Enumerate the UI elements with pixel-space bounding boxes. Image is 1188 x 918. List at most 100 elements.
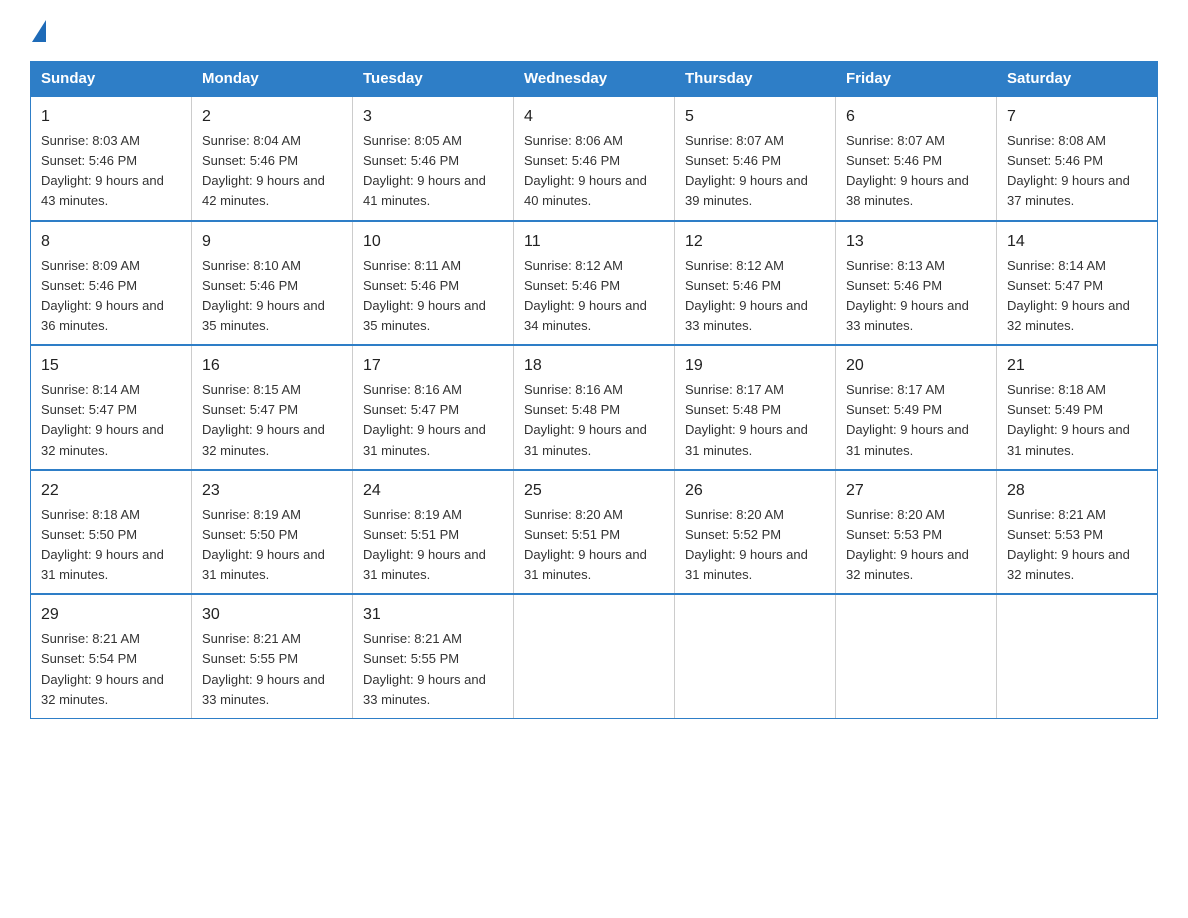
column-header-thursday: Thursday <box>675 62 836 97</box>
logo <box>30 20 48 43</box>
page-header <box>30 20 1158 43</box>
day-info: Sunrise: 8:20 AMSunset: 5:53 PMDaylight:… <box>846 505 986 586</box>
column-header-tuesday: Tuesday <box>353 62 514 97</box>
day-info: Sunrise: 8:14 AMSunset: 5:47 PMDaylight:… <box>41 380 181 461</box>
calendar-week-row: 8Sunrise: 8:09 AMSunset: 5:46 PMDaylight… <box>31 221 1158 346</box>
calendar-cell: 25Sunrise: 8:20 AMSunset: 5:51 PMDayligh… <box>514 470 675 595</box>
day-info: Sunrise: 8:16 AMSunset: 5:47 PMDaylight:… <box>363 380 503 461</box>
calendar-cell: 5Sunrise: 8:07 AMSunset: 5:46 PMDaylight… <box>675 96 836 221</box>
day-number: 12 <box>685 230 825 254</box>
day-info: Sunrise: 8:21 AMSunset: 5:54 PMDaylight:… <box>41 629 181 710</box>
day-number: 7 <box>1007 105 1147 129</box>
day-number: 21 <box>1007 354 1147 378</box>
column-header-saturday: Saturday <box>997 62 1158 97</box>
calendar-cell: 14Sunrise: 8:14 AMSunset: 5:47 PMDayligh… <box>997 221 1158 346</box>
day-number: 17 <box>363 354 503 378</box>
day-number: 15 <box>41 354 181 378</box>
day-info: Sunrise: 8:17 AMSunset: 5:49 PMDaylight:… <box>846 380 986 461</box>
day-info: Sunrise: 8:15 AMSunset: 5:47 PMDaylight:… <box>202 380 342 461</box>
day-info: Sunrise: 8:19 AMSunset: 5:51 PMDaylight:… <box>363 505 503 586</box>
calendar-cell: 29Sunrise: 8:21 AMSunset: 5:54 PMDayligh… <box>31 594 192 718</box>
day-number: 13 <box>846 230 986 254</box>
calendar-cell: 26Sunrise: 8:20 AMSunset: 5:52 PMDayligh… <box>675 470 836 595</box>
day-info: Sunrise: 8:12 AMSunset: 5:46 PMDaylight:… <box>685 256 825 337</box>
calendar-cell: 23Sunrise: 8:19 AMSunset: 5:50 PMDayligh… <box>192 470 353 595</box>
day-number: 25 <box>524 479 664 503</box>
day-info: Sunrise: 8:18 AMSunset: 5:49 PMDaylight:… <box>1007 380 1147 461</box>
calendar-cell: 22Sunrise: 8:18 AMSunset: 5:50 PMDayligh… <box>31 470 192 595</box>
column-header-friday: Friday <box>836 62 997 97</box>
calendar-cell: 6Sunrise: 8:07 AMSunset: 5:46 PMDaylight… <box>836 96 997 221</box>
calendar-cell: 21Sunrise: 8:18 AMSunset: 5:49 PMDayligh… <box>997 345 1158 470</box>
calendar-cell: 11Sunrise: 8:12 AMSunset: 5:46 PMDayligh… <box>514 221 675 346</box>
day-number: 19 <box>685 354 825 378</box>
day-info: Sunrise: 8:21 AMSunset: 5:55 PMDaylight:… <box>202 629 342 710</box>
day-number: 5 <box>685 105 825 129</box>
day-number: 20 <box>846 354 986 378</box>
day-number: 18 <box>524 354 664 378</box>
calendar-cell: 18Sunrise: 8:16 AMSunset: 5:48 PMDayligh… <box>514 345 675 470</box>
calendar-cell: 30Sunrise: 8:21 AMSunset: 5:55 PMDayligh… <box>192 594 353 718</box>
calendar-cell <box>514 594 675 718</box>
column-header-wednesday: Wednesday <box>514 62 675 97</box>
day-info: Sunrise: 8:20 AMSunset: 5:51 PMDaylight:… <box>524 505 664 586</box>
calendar-cell: 16Sunrise: 8:15 AMSunset: 5:47 PMDayligh… <box>192 345 353 470</box>
calendar-cell: 17Sunrise: 8:16 AMSunset: 5:47 PMDayligh… <box>353 345 514 470</box>
calendar-cell: 19Sunrise: 8:17 AMSunset: 5:48 PMDayligh… <box>675 345 836 470</box>
day-number: 1 <box>41 105 181 129</box>
day-number: 6 <box>846 105 986 129</box>
day-info: Sunrise: 8:16 AMSunset: 5:48 PMDaylight:… <box>524 380 664 461</box>
day-info: Sunrise: 8:14 AMSunset: 5:47 PMDaylight:… <box>1007 256 1147 337</box>
calendar-cell: 4Sunrise: 8:06 AMSunset: 5:46 PMDaylight… <box>514 96 675 221</box>
day-info: Sunrise: 8:13 AMSunset: 5:46 PMDaylight:… <box>846 256 986 337</box>
calendar-header-row: SundayMondayTuesdayWednesdayThursdayFrid… <box>31 62 1158 97</box>
day-number: 31 <box>363 603 503 627</box>
day-info: Sunrise: 8:11 AMSunset: 5:46 PMDaylight:… <box>363 256 503 337</box>
day-number: 3 <box>363 105 503 129</box>
calendar-cell: 7Sunrise: 8:08 AMSunset: 5:46 PMDaylight… <box>997 96 1158 221</box>
calendar-week-row: 15Sunrise: 8:14 AMSunset: 5:47 PMDayligh… <box>31 345 1158 470</box>
day-number: 29 <box>41 603 181 627</box>
day-info: Sunrise: 8:21 AMSunset: 5:55 PMDaylight:… <box>363 629 503 710</box>
calendar-week-row: 1Sunrise: 8:03 AMSunset: 5:46 PMDaylight… <box>31 96 1158 221</box>
day-number: 9 <box>202 230 342 254</box>
day-info: Sunrise: 8:18 AMSunset: 5:50 PMDaylight:… <box>41 505 181 586</box>
day-info: Sunrise: 8:10 AMSunset: 5:46 PMDaylight:… <box>202 256 342 337</box>
calendar-cell: 8Sunrise: 8:09 AMSunset: 5:46 PMDaylight… <box>31 221 192 346</box>
day-number: 30 <box>202 603 342 627</box>
calendar-cell: 15Sunrise: 8:14 AMSunset: 5:47 PMDayligh… <box>31 345 192 470</box>
calendar-cell: 28Sunrise: 8:21 AMSunset: 5:53 PMDayligh… <box>997 470 1158 595</box>
calendar-cell: 10Sunrise: 8:11 AMSunset: 5:46 PMDayligh… <box>353 221 514 346</box>
calendar-cell: 2Sunrise: 8:04 AMSunset: 5:46 PMDaylight… <box>192 96 353 221</box>
calendar-cell <box>675 594 836 718</box>
calendar-cell: 3Sunrise: 8:05 AMSunset: 5:46 PMDaylight… <box>353 96 514 221</box>
day-number: 4 <box>524 105 664 129</box>
day-number: 26 <box>685 479 825 503</box>
calendar-cell <box>997 594 1158 718</box>
day-info: Sunrise: 8:21 AMSunset: 5:53 PMDaylight:… <box>1007 505 1147 586</box>
calendar-cell: 24Sunrise: 8:19 AMSunset: 5:51 PMDayligh… <box>353 470 514 595</box>
day-info: Sunrise: 8:19 AMSunset: 5:50 PMDaylight:… <box>202 505 342 586</box>
calendar-table: SundayMondayTuesdayWednesdayThursdayFrid… <box>30 61 1158 719</box>
day-info: Sunrise: 8:07 AMSunset: 5:46 PMDaylight:… <box>846 131 986 212</box>
day-number: 16 <box>202 354 342 378</box>
day-info: Sunrise: 8:08 AMSunset: 5:46 PMDaylight:… <box>1007 131 1147 212</box>
column-header-monday: Monday <box>192 62 353 97</box>
day-info: Sunrise: 8:12 AMSunset: 5:46 PMDaylight:… <box>524 256 664 337</box>
calendar-cell: 27Sunrise: 8:20 AMSunset: 5:53 PMDayligh… <box>836 470 997 595</box>
day-info: Sunrise: 8:07 AMSunset: 5:46 PMDaylight:… <box>685 131 825 212</box>
day-number: 10 <box>363 230 503 254</box>
day-number: 14 <box>1007 230 1147 254</box>
logo-triangle-icon <box>32 20 46 42</box>
calendar-cell: 9Sunrise: 8:10 AMSunset: 5:46 PMDaylight… <box>192 221 353 346</box>
calendar-cell: 20Sunrise: 8:17 AMSunset: 5:49 PMDayligh… <box>836 345 997 470</box>
day-number: 11 <box>524 230 664 254</box>
day-info: Sunrise: 8:20 AMSunset: 5:52 PMDaylight:… <box>685 505 825 586</box>
calendar-cell: 12Sunrise: 8:12 AMSunset: 5:46 PMDayligh… <box>675 221 836 346</box>
day-info: Sunrise: 8:17 AMSunset: 5:48 PMDaylight:… <box>685 380 825 461</box>
calendar-cell: 13Sunrise: 8:13 AMSunset: 5:46 PMDayligh… <box>836 221 997 346</box>
day-number: 22 <box>41 479 181 503</box>
day-info: Sunrise: 8:04 AMSunset: 5:46 PMDaylight:… <box>202 131 342 212</box>
day-number: 8 <box>41 230 181 254</box>
calendar-cell: 1Sunrise: 8:03 AMSunset: 5:46 PMDaylight… <box>31 96 192 221</box>
